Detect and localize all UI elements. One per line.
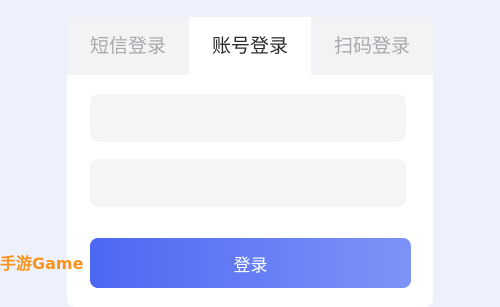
tab-sms-login[interactable]: 短信登录 <box>67 17 189 75</box>
username-input[interactable] <box>90 94 406 142</box>
tab-qr-login[interactable]: 扫码登录 <box>311 17 433 75</box>
login-card: 短信登录 账号登录 扫码登录 登录 <box>67 17 433 307</box>
password-input[interactable] <box>90 159 406 207</box>
watermark-logo: 手游Game <box>0 254 84 273</box>
tab-account-login[interactable]: 账号登录 <box>189 17 311 75</box>
login-method-tabs: 短信登录 账号登录 扫码登录 <box>67 17 433 75</box>
